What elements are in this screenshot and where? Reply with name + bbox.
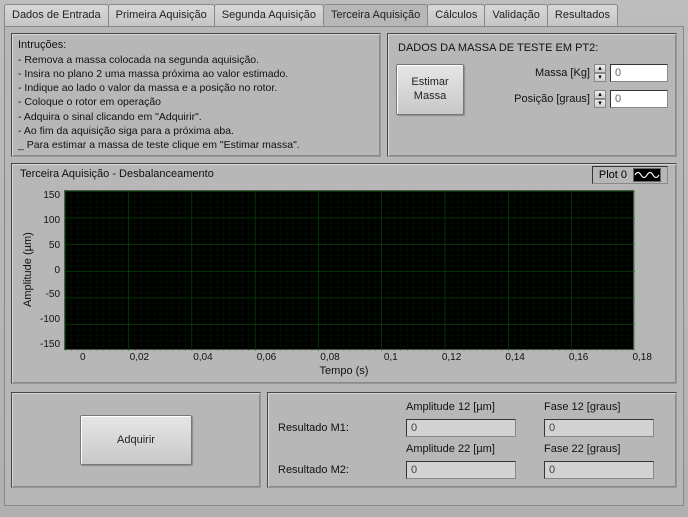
tab-bar: Dados de Entrada Primeira Aquisição Segu… — [4, 4, 684, 26]
amp12-header: Amplitude 12 [µm] — [406, 401, 526, 413]
chevron-up-icon[interactable]: ▴ — [594, 90, 606, 99]
results-panel: Amplitude 12 [µm] Fase 12 [graus] Result… — [267, 392, 677, 488]
app-window: Dados de Entrada Primeira Aquisição Segu… — [0, 0, 688, 517]
mass-input[interactable] — [610, 64, 668, 82]
fase12-value — [544, 419, 654, 437]
ytick: 0 — [40, 265, 60, 276]
chart-panel: Terceira Aquisição - Desbalanceamento Pl… — [11, 163, 677, 384]
mass-data-title: DADOS DA MASSA DE TESTE EM PT2: — [398, 42, 666, 54]
tab-validacao[interactable]: Validação — [484, 4, 548, 26]
chevron-up-icon[interactable]: ▴ — [594, 64, 606, 73]
fase12-header: Fase 12 [graus] — [544, 401, 664, 413]
ytick: 150 — [40, 190, 60, 201]
fase22-header: Fase 22 [graus] — [544, 443, 664, 455]
amp22-value — [406, 461, 516, 479]
tab-terceira-aquisicao[interactable]: Terceira Aquisição — [323, 4, 428, 26]
ytick: 50 — [40, 240, 60, 251]
fase22-value — [544, 461, 654, 479]
xtick: 0,18 — [632, 352, 651, 363]
ytick: -150 — [40, 339, 60, 350]
instruction-line: - Indique ao lado o valor da massa e a p… — [18, 81, 374, 95]
position-input[interactable] — [610, 90, 668, 108]
position-spinner[interactable]: ▴ ▾ — [594, 90, 606, 108]
mass-data-panel: DADOS DA MASSA DE TESTE EM PT2: Estimar … — [387, 33, 677, 157]
xtick: 0,02 — [130, 352, 149, 363]
xtick: 0,08 — [320, 352, 339, 363]
chart-y-ticks: 150 100 50 0 -50 -100 -150 — [36, 190, 64, 350]
acquire-panel: Adquirir — [11, 392, 261, 488]
chart-grid — [65, 191, 635, 351]
amp12-value — [406, 419, 516, 437]
instruction-line: - Coloque o rotor em operação — [18, 95, 374, 109]
chart-y-axis-label: Amplitude (µm) — [20, 190, 36, 350]
instruction-line: - Adquira o sinal clicando em "Adquirir"… — [18, 110, 374, 124]
acquire-button[interactable]: Adquirir — [80, 415, 192, 465]
xtick: 0,16 — [569, 352, 588, 363]
tab-panel: Intruções: - Remova a massa colocada na … — [4, 26, 684, 506]
instruction-line: - Ao fim da aquisição siga para a próxim… — [18, 124, 374, 138]
chart-plot-area[interactable] — [64, 190, 634, 350]
instructions-title: Intruções: — [18, 38, 374, 53]
tab-dados-entrada[interactable]: Dados de Entrada — [4, 4, 109, 26]
result-m2-label: Resultado M2: — [278, 464, 388, 476]
tab-segunda-aquisicao[interactable]: Segunda Aquisição — [214, 4, 324, 26]
mass-label: Massa [Kg] — [535, 67, 590, 79]
xtick: 0,06 — [257, 352, 276, 363]
xtick: 0,12 — [442, 352, 461, 363]
instructions-panel: Intruções: - Remova a massa colocada na … — [11, 33, 381, 157]
chart-legend: Plot 0 — [592, 166, 668, 184]
legend-swatch[interactable] — [633, 168, 661, 182]
instruction-line: _ Para estimar a massa de teste clique e… — [18, 138, 374, 152]
xtick: 0,04 — [193, 352, 212, 363]
estimate-mass-button[interactable]: Estimar Massa — [396, 64, 464, 115]
chevron-down-icon[interactable]: ▾ — [594, 99, 606, 108]
ytick: -50 — [40, 289, 60, 300]
ytick: 100 — [40, 215, 60, 226]
chart-x-axis-label: Tempo (s) — [20, 365, 668, 377]
chart-x-ticks: 0 0,02 0,04 0,06 0,08 0,1 0,12 0,14 0,16… — [80, 352, 652, 363]
result-m1-label: Resultado M1: — [278, 422, 388, 434]
instruction-line: - Remova a massa colocada na segunda aqu… — [18, 53, 374, 67]
tab-primeira-aquisicao[interactable]: Primeira Aquisição — [108, 4, 215, 26]
position-label: Posição [graus] — [514, 93, 590, 105]
amp22-header: Amplitude 22 [µm] — [406, 443, 526, 455]
xtick: 0,1 — [384, 352, 398, 363]
xtick: 0,14 — [505, 352, 524, 363]
instruction-line: - Insira no plano 2 uma massa próxima ao… — [18, 67, 374, 81]
chart-title: Terceira Aquisição - Desbalanceamento — [20, 168, 668, 180]
mass-spinner[interactable]: ▴ ▾ — [594, 64, 606, 82]
ytick: -100 — [40, 314, 60, 325]
xtick: 0 — [80, 352, 86, 363]
tab-resultados[interactable]: Resultados — [547, 4, 618, 26]
tab-calculos[interactable]: Cálculos — [427, 4, 485, 26]
legend-label: Plot 0 — [599, 169, 627, 181]
chevron-down-icon[interactable]: ▾ — [594, 73, 606, 82]
